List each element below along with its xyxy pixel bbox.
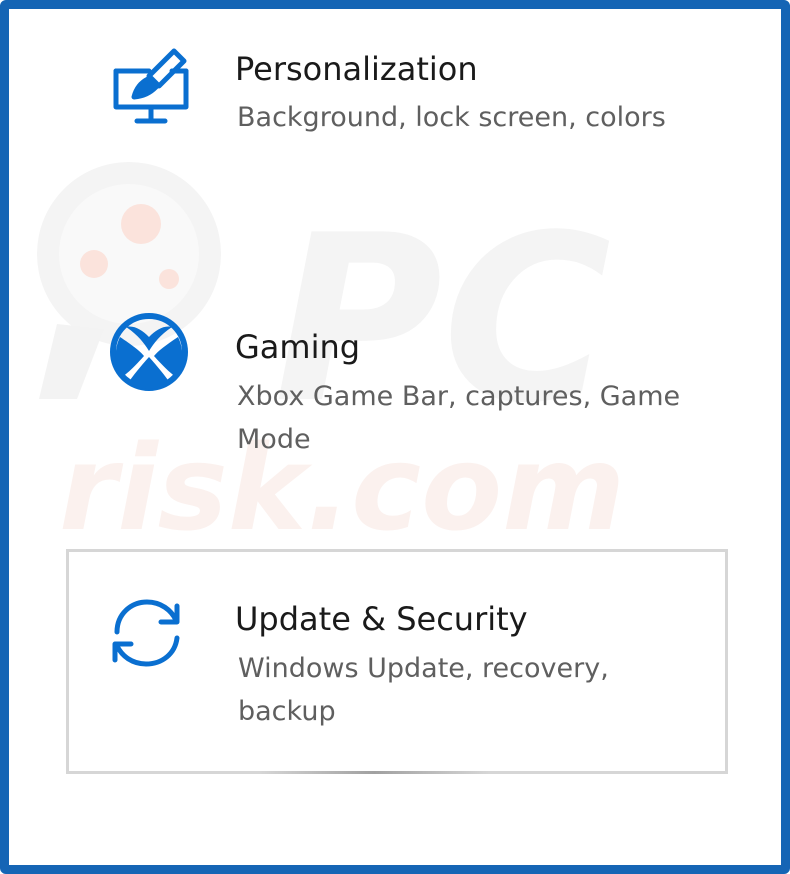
personalization-icon (104, 41, 194, 131)
settings-tile-update-security[interactable]: Update & Security Windows Update, recove… (66, 549, 728, 774)
tile-title: Personalization (235, 50, 478, 88)
settings-tile-gaming[interactable]: Gaming Xbox Game Bar, captures, Game Mod… (104, 299, 744, 469)
update-sync-icon (101, 588, 191, 678)
tile-title: Gaming (235, 328, 361, 366)
settings-tile-personalization[interactable]: Personalization Background, lock screen,… (104, 39, 744, 149)
tile-description: Xbox Game Bar, captures, Game Mode (237, 381, 681, 455)
tile-description: Background, lock screen, colors (237, 102, 666, 133)
screenshot-frame: PC risk.com Personalization Background, … (0, 0, 790, 874)
focus-shadow (259, 771, 489, 774)
tile-description: Windows Update, recovery, backup (238, 653, 609, 727)
tile-title: Update & Security (235, 600, 528, 638)
xbox-icon (104, 307, 194, 397)
